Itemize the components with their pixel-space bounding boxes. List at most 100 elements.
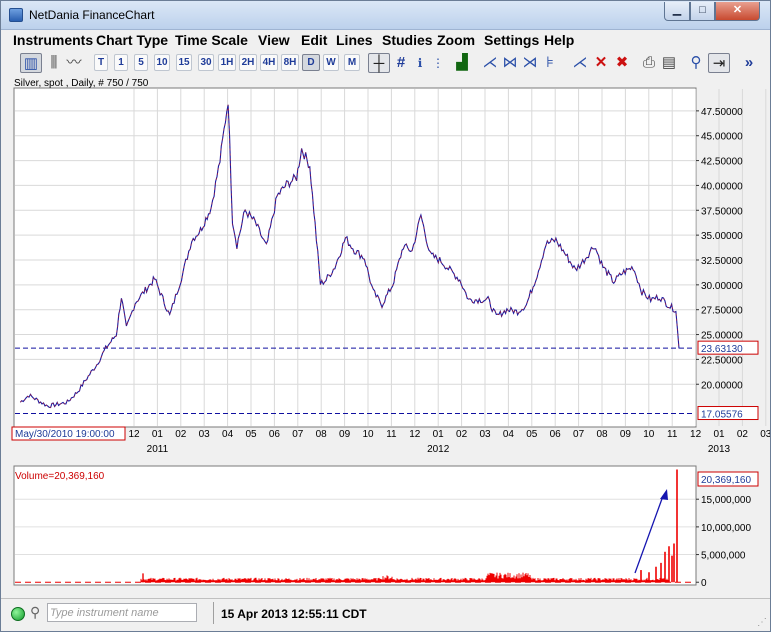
volume-y-tick-label: 10,000,000 [701,523,751,534]
delete-icon[interactable]: ✕ [592,53,610,73]
volume-y-axis: 15,000,000 10,000,000 5,000,000 0 [696,495,751,589]
timescale-30-button[interactable]: 30 [198,54,214,71]
y-tick-label: 35.00000 [701,231,743,242]
timescale-5-button[interactable]: 5 [134,54,148,71]
menu-zoom[interactable]: Zoom [437,32,475,48]
x-tick-label: 09 [339,429,351,440]
status-bar: ⚲ 15 Apr 2013 12:55:11 CDT ⋰ [1,598,770,631]
connection-status-icon [11,607,25,621]
y-tick-label: 40.00000 [701,181,743,192]
price-panel[interactable]: 47.50000 45.00000 42.50000 40.00000 37.50000… [11,78,770,455]
timescale-15-button[interactable]: 15 [176,54,192,71]
line-chart-icon[interactable]: 〰 [64,53,84,73]
volume-y-tick-label: 15,000,000 [701,495,751,506]
x-year-label: 2012 [427,444,450,455]
window-title: NetDania FinanceChart [29,8,155,22]
toolbar-overflow-icon[interactable]: » [741,53,757,73]
x-tick-label: 03 [479,429,491,440]
menu-view[interactable]: View [258,32,290,48]
y-tick-label: 37.50000 [701,206,743,217]
x-tick-label: 01 [433,429,445,440]
timescale-10-button[interactable]: 10 [154,54,170,71]
crosshair-icon[interactable]: ┼ [368,53,390,73]
bar-chart-icon[interactable]: ⫼ [44,53,64,73]
close-button[interactable]: ✕ [715,2,760,21]
volume-toggle-icon[interactable]: ⋮ [430,53,446,73]
timescale-2h-button[interactable]: 2H [239,54,257,71]
timescale-8h-button[interactable]: 8H [281,54,299,71]
price-chart-title: Silver, spot , Daily, # 750 / 750 [14,78,149,89]
menu-studies[interactable]: Studies [382,32,433,48]
resize-grip-icon[interactable]: ⋰ [757,617,767,628]
fibonacci-icon[interactable]: ⋊ [521,53,539,73]
menu-instruments[interactable]: Instruments [13,32,93,48]
x-tick-label: 07 [573,429,585,440]
y-tick-label: 47.50000 [701,107,743,118]
x-tick-label: 11 [667,429,678,440]
timescale-d-button[interactable]: D [302,54,320,71]
x-tick-label: 07 [292,429,304,440]
x-tick-label: 08 [316,429,328,440]
x-tick-label: 02 [456,429,468,440]
grid-icon[interactable]: # [392,53,410,73]
volume-plot-frame [13,465,697,586]
chart-area[interactable]: 47.50000 45.00000 42.50000 40.00000 37.50000… [1,76,770,598]
page-setup-icon[interactable]: ▤ [660,53,678,73]
y-tick-label: 25.00000 [701,331,743,342]
timescale-m-button[interactable]: M [344,54,360,71]
x-tick-label: 06 [269,429,281,440]
horizontal-line-label: 23.63130 [701,344,743,355]
timescale-t-button[interactable]: T [94,54,108,71]
volume-y-tick-label: 0 [701,578,707,589]
menu-chart-type[interactable]: Chart Type [96,32,168,48]
candlestick-icon[interactable]: ▥ [20,53,42,73]
x-tick-label: 10 [643,429,655,440]
volume-panel[interactable]: 15,000,000 10,000,000 5,000,000 0 Volume=20… [13,465,759,589]
delete-all-icon[interactable]: ✖ [612,53,632,73]
info-icon[interactable]: ℹ [412,53,428,73]
x-tick-label: 06 [550,429,562,440]
x-tick-label: 03 [199,429,211,440]
minimize-button[interactable]: ▁ [664,2,690,21]
y-tick-label: 42.50000 [701,157,743,168]
volume-title: Volume=20,369,160 [15,471,105,482]
x-tick-label: 10 [362,429,374,440]
timescale-w-button[interactable]: W [323,54,339,71]
horizontal-line-icon[interactable]: ⊧ [541,53,559,73]
x-tick-label: 02 [175,429,187,440]
zoom-icon[interactable]: ⚲ [687,53,705,73]
timescale-1h-button[interactable]: 1H [218,54,236,71]
menu-time-scale[interactable]: Time Scale [175,32,248,48]
delete-line-icon[interactable]: ⋌ [571,53,589,73]
x-year-label: 2011 [147,444,169,455]
y-tick-label: 45.00000 [701,132,743,143]
menu-help[interactable]: Help [544,32,574,48]
print-icon[interactable]: ⎙ [639,53,659,73]
x-tick-label: 05 [245,429,257,440]
instrument-search-input[interactable] [47,603,197,622]
menu-edit[interactable]: Edit [301,32,327,48]
menu-settings[interactable]: Settings [484,32,539,48]
status-time: 15 Apr 2013 12:55:11 CDT [221,607,367,621]
x-tick-label: 09 [620,429,632,440]
x-tick-label: 03 [760,429,770,440]
x-tick-label: 11 [386,429,397,440]
x-year-label: 2013 [708,444,731,455]
pan-icon[interactable]: ⇥ [708,53,730,73]
toolbar: ▥ ⫼ 〰 T 1 5 10 15 30 1H 2H 4H 8H D W M ┼… [1,50,770,76]
timescale-1-button[interactable]: 1 [114,54,128,71]
maximize-button[interactable]: □ [690,2,715,21]
horizontal-line-label: 17.05576 [701,410,743,421]
x-tick-label: 12 [690,429,702,440]
x-tick-label: 05 [526,429,538,440]
timescale-4h-button[interactable]: 4H [260,54,278,71]
title-bar[interactable]: NetDania FinanceChart ▁ □ ✕ [1,1,770,30]
volume-y-tick-label: 5,000,000 [701,551,746,562]
cursor-date: May/30/2010 19:00:00 [15,429,115,440]
x-tick-label: 12 [128,429,140,440]
study-chart-icon[interactable]: ▟ [452,53,472,73]
search-icon[interactable]: ⚲ [30,604,40,621]
menu-lines[interactable]: Lines [336,32,373,48]
trendline-icon[interactable]: ⋌ [481,53,499,73]
channel-icon[interactable]: ⋈ [501,53,519,73]
